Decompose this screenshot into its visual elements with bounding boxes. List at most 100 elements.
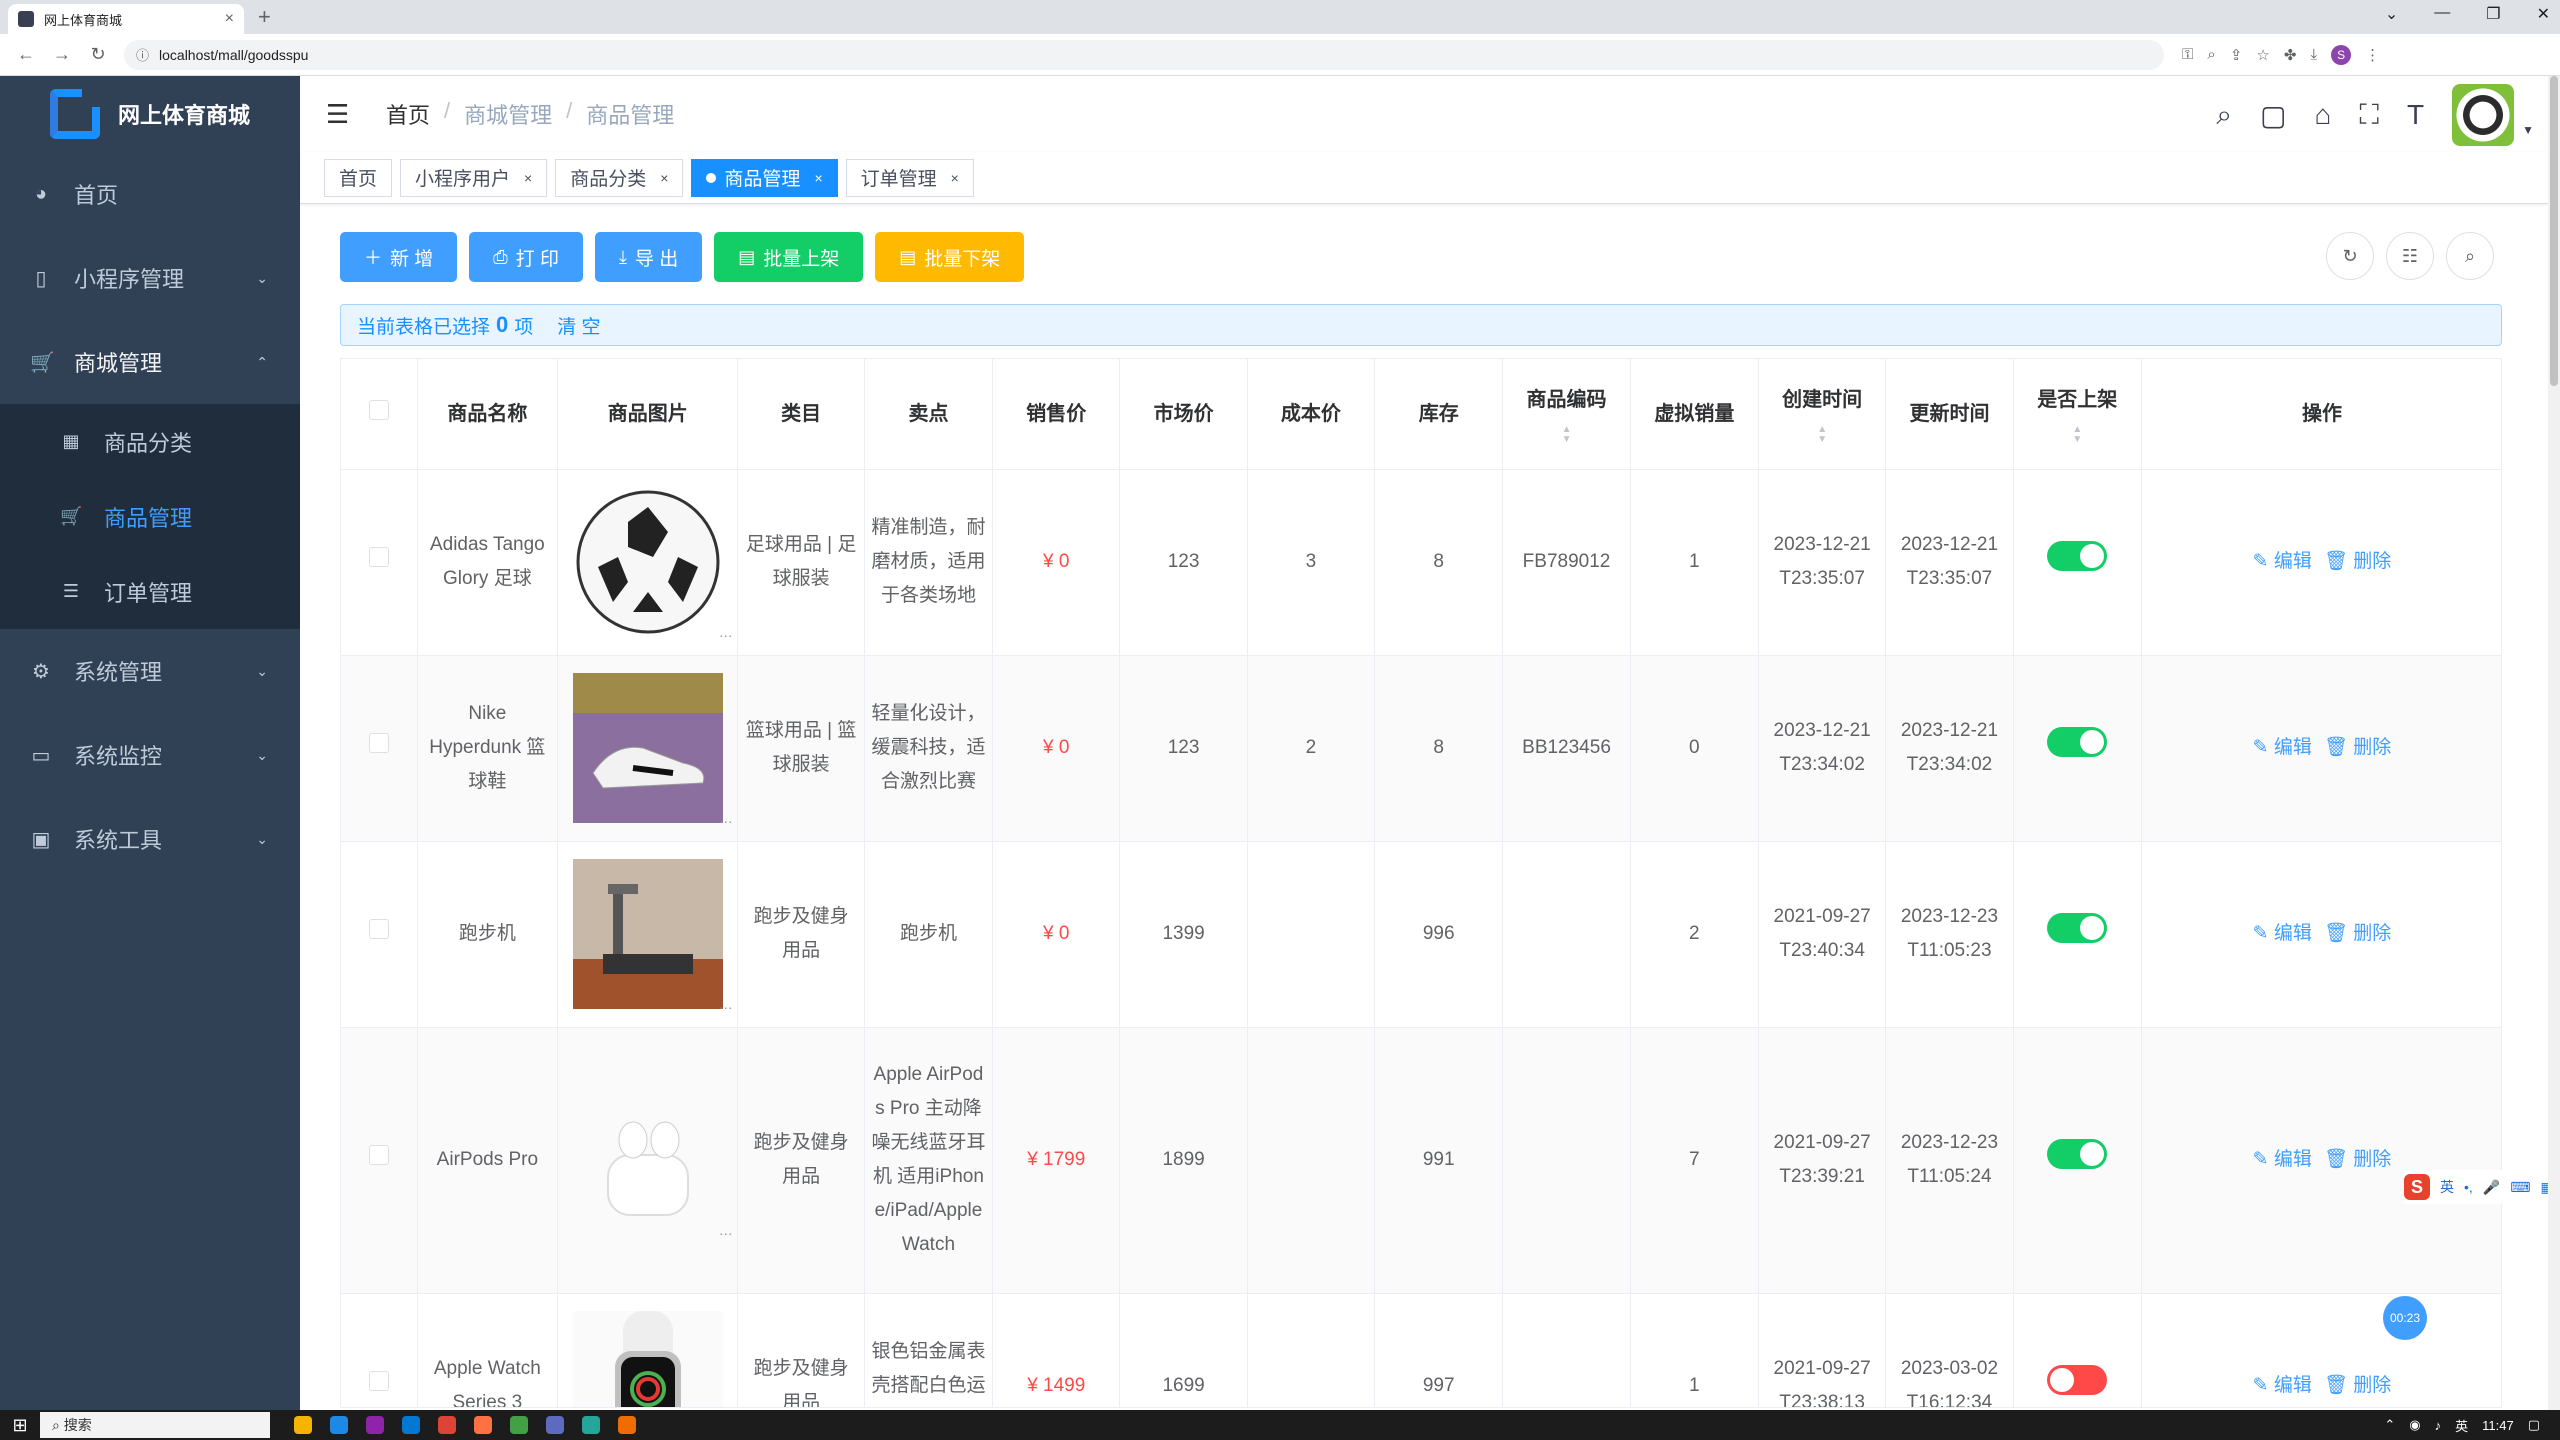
- tag-orders[interactable]: 订单管理 ×: [845, 158, 974, 197]
- tag-miniprogram-users[interactable]: 小程序用户 ×: [400, 158, 548, 197]
- product-image[interactable]: …: [572, 1085, 733, 1237]
- search-icon[interactable]: ⌕: [2216, 99, 2232, 132]
- browser-tab[interactable]: 网上体育商城 ×: [8, 4, 244, 34]
- delete-button[interactable]: 🗑 删除: [2324, 737, 2391, 758]
- sidebar-item-monitor[interactable]: ▭ 系统监控 ⌄: [0, 713, 300, 797]
- chrome-icon[interactable]: [438, 1416, 456, 1434]
- tab-close-icon[interactable]: ×: [225, 10, 234, 28]
- tag-home[interactable]: 首页: [324, 158, 393, 197]
- hamburger-icon[interactable]: ☰: [326, 99, 356, 130]
- close-icon[interactable]: ×: [524, 170, 532, 186]
- edit-button[interactable]: ✎ 编辑: [2253, 1375, 2312, 1396]
- app-icon[interactable]: [330, 1416, 348, 1434]
- export-button[interactable]: ⤓ 导 出: [594, 232, 703, 282]
- volume-icon[interactable]: ♪: [2435, 1418, 2442, 1433]
- search-icon[interactable]: ⌕: [2446, 232, 2494, 280]
- avatar[interactable]: [2452, 84, 2515, 146]
- forward-icon[interactable]: →: [52, 44, 72, 65]
- sort-icon[interactable]: ▲ ▼: [1509, 424, 1623, 445]
- windows-start-icon[interactable]: ⊞: [0, 1415, 40, 1436]
- extensions-icon[interactable]: ✤: [2284, 46, 2297, 64]
- scrollbar-thumb[interactable]: [2550, 76, 2558, 386]
- breadcrumb-home[interactable]: 首页: [386, 98, 430, 130]
- sort-icon[interactable]: ▲ ▼: [1765, 424, 1879, 445]
- minimize-icon[interactable]: —: [2434, 4, 2450, 24]
- row-checkbox[interactable]: [368, 919, 389, 939]
- sort-icon[interactable]: ▲ ▼: [2020, 424, 2135, 445]
- restore-icon[interactable]: ❐: [2486, 4, 2500, 24]
- delete-button[interactable]: 🗑 删除: [2324, 551, 2391, 572]
- page-scrollbar[interactable]: [2548, 76, 2560, 1410]
- reload-icon[interactable]: ↻: [88, 44, 108, 65]
- sidebar-item-orders[interactable]: ☰ 订单管理: [0, 554, 300, 629]
- app-icon[interactable]: [366, 1416, 384, 1434]
- batch-off-shelf-button[interactable]: ▤ 批量下架: [875, 232, 1025, 282]
- delete-button[interactable]: 🗑 删除: [2324, 1375, 2391, 1396]
- address-bar[interactable]: ⓘ localhost/mall/goodsspu: [124, 39, 2164, 70]
- edit-button[interactable]: ✎ 编辑: [2253, 737, 2312, 758]
- new-tab-button[interactable]: +: [258, 6, 271, 28]
- product-image[interactable]: …: [572, 1311, 723, 1407]
- tag-goods[interactable]: 商品管理 ×: [691, 158, 838, 197]
- row-checkbox[interactable]: [368, 547, 389, 567]
- close-icon[interactable]: ×: [951, 170, 959, 186]
- delete-button[interactable]: 🗑 删除: [2324, 923, 2391, 944]
- download-icon[interactable]: ⤓: [2310, 46, 2317, 63]
- row-checkbox[interactable]: [368, 1371, 389, 1391]
- chevron-up-icon[interactable]: ⌃: [2384, 1417, 2395, 1433]
- caret-down-icon[interactable]: ▼: [2522, 123, 2534, 137]
- ime-logo-icon[interactable]: S: [2404, 1174, 2430, 1200]
- ime-punct-icon[interactable]: •,: [2464, 1179, 2473, 1195]
- site-info-icon[interactable]: ⓘ: [136, 45, 149, 64]
- clock[interactable]: 11:47: [2482, 1418, 2514, 1433]
- browser-menu-icon[interactable]: ⋮: [2365, 46, 2380, 64]
- taskbar-search[interactable]: ⌕ 搜索: [40, 1412, 270, 1438]
- row-checkbox[interactable]: [368, 733, 389, 753]
- microphone-icon[interactable]: 🎤: [2483, 1179, 2500, 1196]
- sidebar-item-home[interactable]: ◕ 首页: [0, 152, 300, 236]
- logo[interactable]: 网上体育商城: [0, 76, 300, 152]
- back-icon[interactable]: ←: [16, 44, 36, 65]
- share-icon[interactable]: ⇪: [2230, 46, 2243, 64]
- sidebar-item-mall[interactable]: 🛒 商城管理 ⌃: [0, 320, 300, 404]
- row-checkbox[interactable]: [368, 1145, 389, 1165]
- close-icon[interactable]: ×: [660, 170, 668, 186]
- header-created[interactable]: 创建时间 ▲ ▼: [1758, 359, 1887, 470]
- close-icon[interactable]: ×: [814, 170, 822, 186]
- app-icon[interactable]: [582, 1416, 600, 1434]
- app-icon[interactable]: [618, 1416, 636, 1434]
- zoom-icon[interactable]: ⌕: [2207, 46, 2215, 63]
- fullscreen-icon[interactable]: ⛶: [2359, 99, 2379, 132]
- on-shelf-toggle[interactable]: [2047, 1139, 2108, 1169]
- sidebar-item-system[interactable]: ⚙ 系统管理 ⌄: [0, 629, 300, 713]
- sidebar-item-tools[interactable]: ▣ 系统工具 ⌄: [0, 797, 300, 881]
- font-size-icon[interactable]: T: [2407, 99, 2424, 131]
- sidebar-item-category[interactable]: ▦ 商品分类: [0, 404, 300, 479]
- batch-on-shelf-button[interactable]: ▤ 批量上架: [714, 232, 864, 282]
- select-all-checkbox[interactable]: [368, 399, 389, 420]
- on-shelf-toggle[interactable]: [2047, 727, 2108, 757]
- key-icon[interactable]: ⚿: [2182, 46, 2193, 63]
- keyboard-icon[interactable]: ⌨: [2510, 1179, 2530, 1196]
- product-image[interactable]: …: [573, 487, 733, 639]
- sidebar-item-goods[interactable]: 🛒 商品管理: [0, 479, 300, 554]
- tab-search-icon[interactable]: ⌄: [2385, 4, 2398, 24]
- timer-badge[interactable]: 00:23: [2383, 1296, 2427, 1340]
- refresh-icon[interactable]: ↻: [2326, 232, 2374, 280]
- header-on-shelf[interactable]: 是否上架 ▲ ▼: [2013, 359, 2142, 470]
- on-shelf-toggle[interactable]: [2047, 541, 2108, 571]
- wechat-icon[interactable]: [510, 1416, 528, 1434]
- product-image[interactable]: …: [572, 859, 733, 1011]
- app-icon[interactable]: [474, 1416, 492, 1434]
- star-icon[interactable]: ☆: [2256, 46, 2269, 64]
- product-image[interactable]: …: [572, 673, 733, 825]
- tag-category[interactable]: 商品分类 ×: [555, 158, 684, 197]
- add-button[interactable]: ＋ 新 增: [340, 232, 458, 282]
- app-icon[interactable]: [546, 1416, 564, 1434]
- sidebar-item-miniprogram[interactable]: ▯ 小程序管理 ⌄: [0, 236, 300, 320]
- on-shelf-toggle[interactable]: [2047, 913, 2108, 943]
- notification-icon[interactable]: ▢: [2528, 1417, 2540, 1433]
- file-explorer-icon[interactable]: [294, 1416, 312, 1434]
- edit-button[interactable]: ✎ 编辑: [2253, 923, 2312, 944]
- ime-language[interactable]: 英: [2440, 1177, 2454, 1197]
